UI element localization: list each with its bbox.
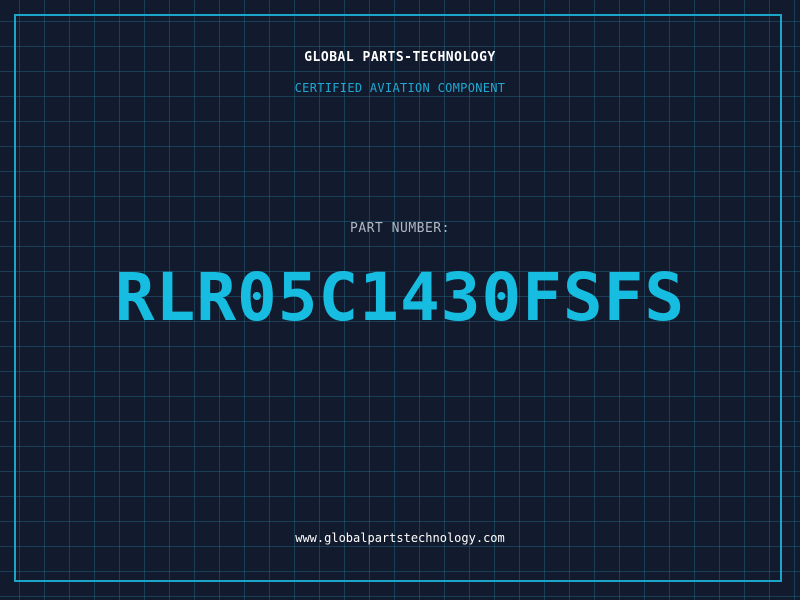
certification-subtitle: CERTIFIED AVIATION COMPONENT bbox=[294, 81, 506, 95]
label-card: GLOBAL PARTS-TECHNOLOGY CERTIFIED AVIATI… bbox=[0, 0, 800, 600]
part-number-label: PART NUMBER: bbox=[350, 221, 450, 236]
website-url: www.globalpartstechnology.com bbox=[295, 531, 505, 545]
part-number-value: RLR05C1430FSFS bbox=[114, 259, 686, 336]
company-name: GLOBAL PARTS-TECHNOLOGY bbox=[304, 50, 496, 65]
